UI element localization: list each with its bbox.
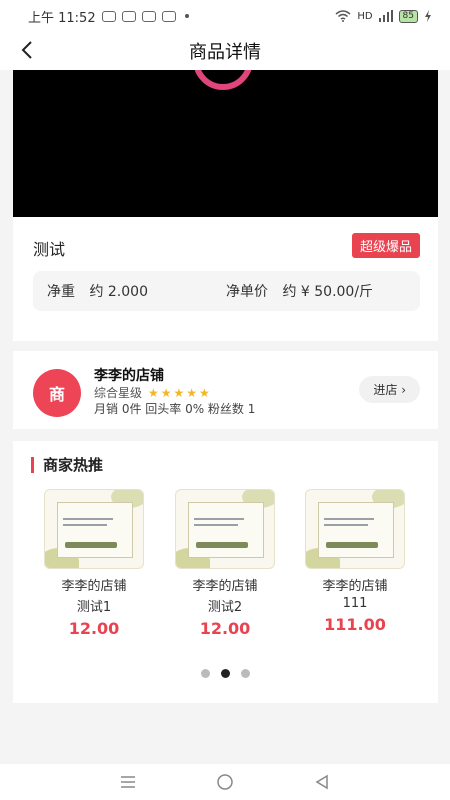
back-button[interactable] — [310, 770, 334, 794]
store-avatar: 商 — [33, 369, 81, 417]
goods-image — [44, 489, 144, 569]
page-dot-active[interactable] — [221, 669, 230, 678]
network-label: HD — [357, 10, 373, 22]
message-icon — [121, 10, 136, 22]
page-dot[interactable] — [201, 669, 210, 678]
menu-icon — [121, 776, 136, 788]
spec-box: 净重 约 2.000 净单价 约 ¥ 50.00/斤 — [33, 271, 420, 311]
status-bar: 上午 11:52 HD 85 — [0, 0, 450, 32]
product-info-card: 测试 超级爆品 净重 约 2.000 净单价 约 ¥ 50.00/斤 — [13, 217, 438, 341]
goods-price: 111.00 — [324, 615, 386, 634]
goods-shop-name: 李李的店铺 — [322, 579, 388, 594]
wifi-icon — [335, 10, 351, 22]
enter-store-button[interactable]: 进店 › — [359, 376, 420, 403]
status-time: 上午 11:52 — [28, 10, 96, 26]
goods-name: 测试2 — [207, 600, 243, 615]
carousel-pagination — [13, 669, 438, 678]
goods-image — [305, 489, 405, 569]
goods-carousel[interactable]: 李李的店铺 测试1 12.00 李李的店铺 测试2 12.00 李李的店铺 11… — [13, 489, 438, 649]
section-accent-bar — [31, 457, 34, 473]
goods-item[interactable]: 李李的店铺 测试1 12.00 — [39, 489, 149, 638]
charging-icon — [425, 10, 431, 22]
home-button[interactable] — [213, 770, 237, 794]
system-nav-bar — [0, 764, 450, 800]
goods-image — [175, 489, 275, 569]
product-media[interactable] — [13, 70, 438, 217]
message-icon — [141, 10, 156, 22]
back-arrow-icon[interactable] — [18, 40, 38, 60]
goods-shop-name: 李李的店铺 — [61, 579, 127, 594]
unit-price-label: 净单价 — [226, 284, 268, 300]
battery-icon: 85 — [398, 9, 418, 23]
unit-price-value: 约 ¥ 50.00/斤 — [282, 284, 374, 300]
goods-price: 12.00 — [199, 619, 251, 638]
nav-bar: 商品详情 — [0, 32, 450, 70]
weight-label: 净重 — [47, 284, 75, 300]
store-stats: 月销 0件 回头率 0% 粉丝数 1 — [94, 402, 256, 416]
goods-item[interactable]: 李李的店铺 测试2 12.00 — [170, 489, 280, 638]
loading-spinner-icon — [193, 70, 253, 90]
goods-name: 111 — [342, 596, 368, 611]
message-icon — [161, 10, 176, 22]
page-title: 商品详情 — [189, 42, 261, 63]
rating-label: 综合星级 — [94, 386, 143, 400]
notification-icon — [101, 10, 116, 22]
home-icon — [217, 774, 233, 790]
hot-product-badge: 超级爆品 — [351, 233, 420, 258]
star-rating-icon: ★★★★★ — [148, 385, 212, 400]
weight-value: 约 2.000 — [89, 284, 148, 300]
more-notifications-icon — [184, 14, 189, 18]
recommend-section: 商家热推 李李的店铺 测试1 12.00 李李的店铺 测试2 12.00 李李的… — [13, 441, 438, 703]
goods-price: 12.00 — [68, 619, 120, 638]
store-rating: 综合星级 ★★★★★ — [94, 384, 212, 401]
store-name: 李李的店铺 — [94, 368, 164, 384]
product-name: 测试 — [33, 240, 66, 259]
store-card: 商 李李的店铺 综合星级 ★★★★★ 月销 0件 回头率 0% 粉丝数 1 进店… — [13, 351, 438, 429]
menu-button[interactable] — [116, 770, 140, 794]
section-title: 商家热推 — [43, 456, 104, 474]
back-triangle-icon — [315, 774, 328, 790]
goods-shop-name: 李李的店铺 — [192, 579, 258, 594]
goods-name: 测试1 — [76, 600, 112, 615]
page-dot[interactable] — [241, 669, 250, 678]
signal-icon — [378, 10, 393, 22]
goods-item[interactable]: 李李的店铺 111 111.00 — [300, 489, 410, 634]
